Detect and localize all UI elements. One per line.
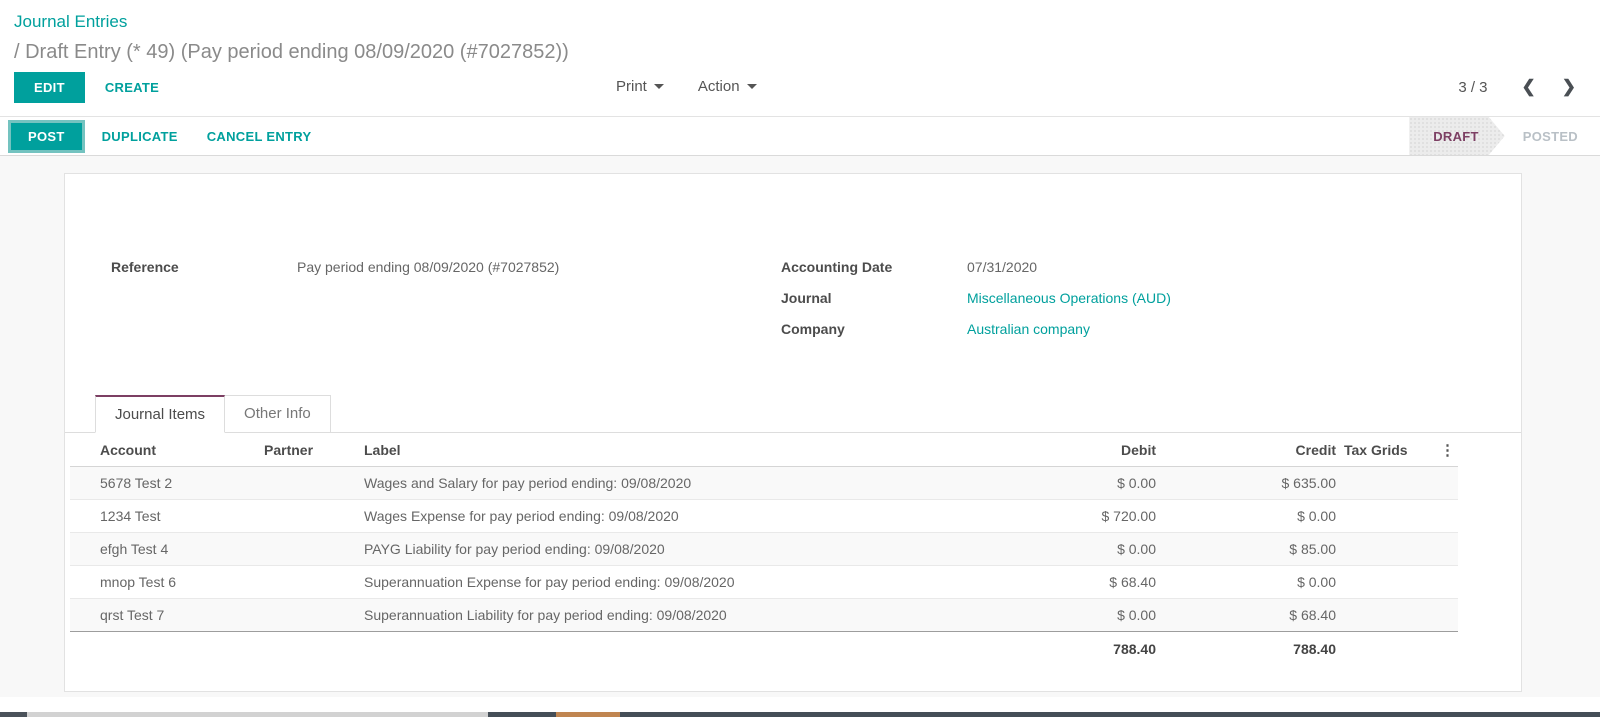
caret-down-icon [747,84,757,89]
duplicate-button[interactable]: DUPLICATE [102,122,178,151]
journal-label: Journal [781,289,967,307]
print-menu-label: Print [616,78,647,95]
column-header-account[interactable]: Account [70,433,260,467]
table-row[interactable]: 1234 Test Wages Expense for pay period e… [70,500,1458,533]
statusbar: POST DUPLICATE CANCEL ENTRY DRAFT POSTED [0,116,1600,156]
field-groups: Reference Pay period ending 08/09/2020 (… [65,174,1521,351]
button-row: EDIT CREATE Print Action 3 / 3 ❮ ❯ [14,64,1584,116]
totals-row: 788.40 788.40 [70,632,1458,667]
pager-count: 3 / 3 [1458,79,1487,96]
bottom-edge-segment [0,712,27,717]
column-header-debit[interactable]: Debit [1020,433,1160,467]
status-step-posted[interactable]: POSTED [1505,117,1600,155]
action-menu-button[interactable]: Action [696,74,759,99]
form-sheet: Reference Pay period ending 08/09/2020 (… [64,173,1522,692]
journal-value-link[interactable]: Miscellaneous Operations (AUD) [967,289,1171,307]
table-row[interactable]: qrst Test 7 Superannuation Liability for… [70,599,1458,632]
chevron-left-icon: ❮ [1522,77,1536,96]
accounting-date-label: Accounting Date [781,258,967,276]
journal-items-table: Account Partner Label Debit Credit Tax G… [70,433,1458,666]
table-header-row: Account Partner Label Debit Credit Tax G… [70,433,1458,467]
total-debit: 788.40 [1020,632,1160,667]
column-header-partner[interactable]: Partner [260,433,360,467]
cancel-entry-button[interactable]: CANCEL ENTRY [207,122,312,151]
table-row[interactable]: efgh Test 4 PAYG Liability for pay perio… [70,533,1458,566]
chevron-right-icon: ❯ [1562,77,1576,96]
optional-columns-button[interactable]: ⋮ [1434,441,1461,459]
edit-button[interactable]: EDIT [14,72,85,103]
reference-label: Reference [111,258,297,276]
field-group-right: Accounting Date 07/31/2020 Journal Misce… [781,258,1481,351]
action-menus: Print Action [614,74,759,99]
field-accounting-date: Accounting Date 07/31/2020 [781,258,1481,276]
status-steps: DRAFT POSTED [1409,117,1600,155]
total-credit: 788.40 [1160,632,1340,667]
company-label: Company [781,320,967,338]
breadcrumb-parent-link[interactable]: Journal Entries [14,12,1584,32]
pager-next-button[interactable]: ❯ [1554,75,1584,99]
post-button[interactable]: POST [8,120,85,153]
caret-down-icon [654,84,664,89]
field-journal: Journal Miscellaneous Operations (AUD) [781,289,1481,307]
bottom-edge-segment [488,712,556,717]
bottom-edge-segment [620,712,1600,717]
bottom-edge-segment [27,712,488,717]
field-group-left: Reference Pay period ending 08/09/2020 (… [111,258,781,351]
notebook-tab-bar: Journal Items Other Info [65,395,1521,433]
table-row[interactable]: mnop Test 6 Superannuation Expense for p… [70,566,1458,599]
print-menu-button[interactable]: Print [614,74,666,99]
journal-items-body: 5678 Test 2 Wages and Salary for pay per… [70,467,1458,632]
create-button[interactable]: CREATE [105,73,159,102]
dots-vertical-icon: ⋮ [1440,442,1455,459]
field-company: Company Australian company [781,320,1481,338]
breadcrumb: Journal Entries / Draft Entry (* 49) (Pa… [14,12,1584,64]
reference-value: Pay period ending 08/09/2020 (#7027852) [297,258,559,276]
table-row[interactable]: 5678 Test 2 Wages and Salary for pay per… [70,467,1458,500]
field-reference: Reference Pay period ending 08/09/2020 (… [111,258,781,276]
tab-journal-items[interactable]: Journal Items [95,395,225,433]
bottom-edge-segment [556,712,620,717]
breadcrumb-current: / Draft Entry (* 49) (Pay period ending … [14,41,1584,64]
column-header-credit[interactable]: Credit [1160,433,1340,467]
tab-other-info[interactable]: Other Info [225,395,331,433]
status-step-draft[interactable]: DRAFT [1409,117,1505,155]
pager: 3 / 3 ❮ ❯ [1458,75,1584,99]
control-panel: Journal Entries / Draft Entry (* 49) (Pa… [0,0,1600,116]
action-menu-label: Action [698,78,740,95]
column-header-tax-grids[interactable]: Tax Grids [1340,433,1430,467]
bottom-edge-strip [0,712,1600,717]
content-area: Reference Pay period ending 08/09/2020 (… [0,156,1600,697]
column-header-label[interactable]: Label [360,433,1020,467]
company-value-link[interactable]: Australian company [967,320,1090,338]
pager-previous-button[interactable]: ❮ [1514,75,1544,99]
accounting-date-value: 07/31/2020 [967,258,1037,276]
